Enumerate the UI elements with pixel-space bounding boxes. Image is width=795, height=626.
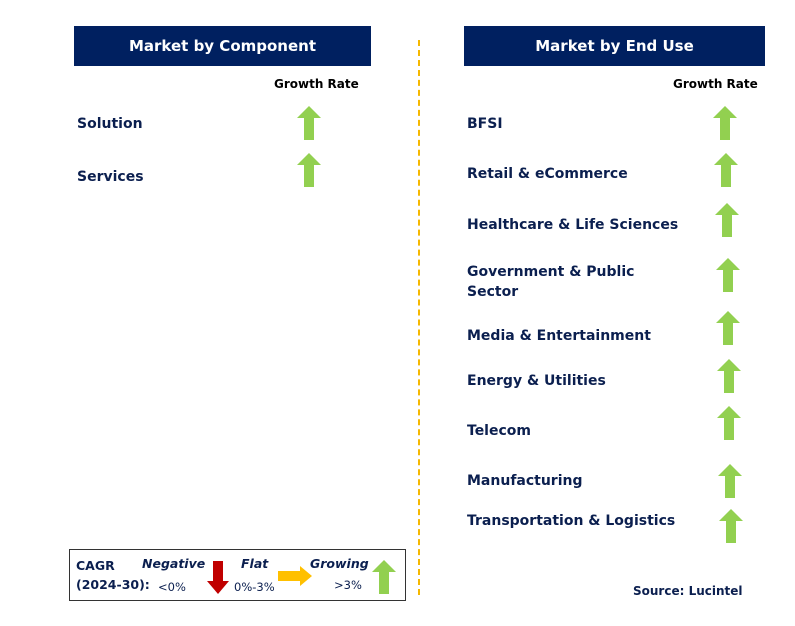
flat-arrow-icon <box>278 566 312 586</box>
legend-negative: Negative <box>142 556 206 571</box>
item-telecom: Telecom <box>467 423 531 439</box>
negative-arrow-icon <box>207 561 229 594</box>
growing-arrow-icon <box>717 359 741 393</box>
component-header: Market by Component <box>74 26 371 66</box>
component-growth-rate-label: Growth Rate <box>274 77 359 91</box>
item-services: Services <box>77 169 144 185</box>
page: Market by Component Growth Rate Solution… <box>0 0 795 626</box>
legend-flat: Flat <box>241 556 269 571</box>
growing-arrow-icon <box>715 203 739 237</box>
item-retail: Retail & eCommerce <box>467 166 628 182</box>
item-bfsi: BFSI <box>467 116 503 132</box>
item-media: Media & Entertainment <box>467 328 651 344</box>
growing-arrow-icon <box>297 106 321 140</box>
legend-period: (2024-30): <box>76 577 150 592</box>
legend-negative-range: <0% <box>158 580 186 594</box>
legend-growing-range: >3% <box>334 578 362 592</box>
growing-arrow-icon <box>716 311 740 345</box>
source-note: Source: Lucintel <box>633 584 743 598</box>
item-manufacturing: Manufacturing <box>467 473 583 489</box>
end-use-growth-rate-label: Growth Rate <box>673 77 758 91</box>
growing-arrow-icon <box>713 106 737 140</box>
growing-arrow-icon <box>372 560 396 594</box>
legend-flat-range: 0%-3% <box>234 580 275 594</box>
cagr-legend: CAGR (2024-30): Negative <0% Flat 0%-3% … <box>69 549 406 601</box>
end-use-header: Market by End Use <box>464 26 765 66</box>
growing-arrow-icon <box>719 509 743 543</box>
item-healthcare: Healthcare & Life Sciences <box>467 217 679 233</box>
item-government: Government & Public Sector <box>467 264 635 300</box>
growing-arrow-icon <box>714 153 738 187</box>
growing-arrow-icon <box>717 406 741 440</box>
legend-growing: Growing <box>310 556 369 571</box>
growing-arrow-icon <box>297 153 321 187</box>
item-solution: Solution <box>77 116 143 132</box>
legend-cagr-label: CAGR <box>76 558 115 573</box>
item-transportation: Transportation & Logistics <box>467 513 676 529</box>
divider <box>418 40 420 595</box>
growing-arrow-icon <box>716 258 740 292</box>
growing-arrow-icon <box>718 464 742 498</box>
item-energy: Energy & Utilities <box>467 373 606 389</box>
